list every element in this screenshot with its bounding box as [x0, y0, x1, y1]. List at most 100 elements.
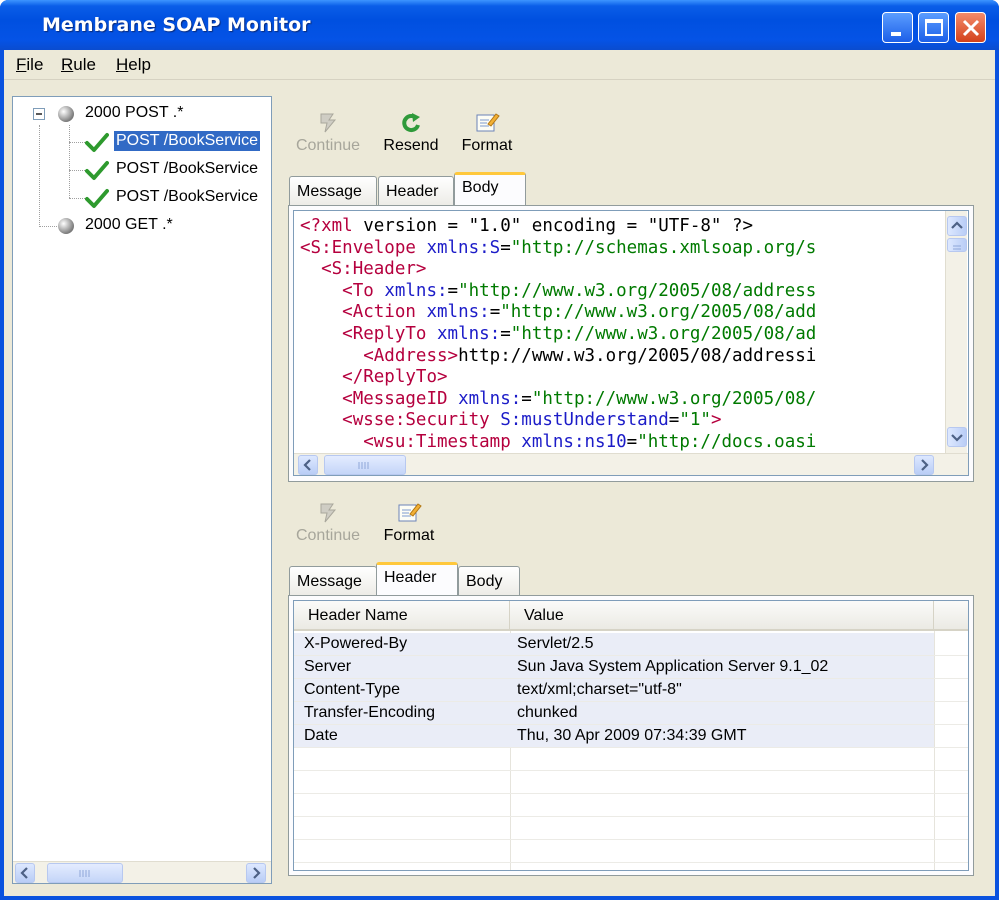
scroll-up-button[interactable] — [947, 216, 967, 236]
table-row — [294, 771, 934, 794]
row-divider — [294, 862, 968, 863]
code-line: <Action xmlns:="http://www.w3.org/2005/0… — [342, 302, 817, 323]
chevron-down-icon — [951, 434, 963, 442]
scroll-left-button[interactable] — [15, 863, 35, 883]
title-bar[interactable]: Membrane SOAP Monitor — [0, 0, 999, 50]
editor-horizontal-scrollbar[interactable] — [294, 453, 968, 475]
tree-node-exchange[interactable]: POST /BookService — [71, 157, 271, 183]
tab-label: Body — [462, 179, 499, 196]
minimize-button[interactable] — [882, 12, 913, 43]
tree-node-label: 2000 GET .* — [85, 216, 173, 233]
table-row — [294, 748, 934, 771]
tree-node-exchange[interactable]: POST /BookService — [71, 185, 271, 211]
scroll-right-button[interactable] — [246, 863, 266, 883]
code-line: <wsu:Timestamp xmlns:ns10="http://docs.o… — [363, 432, 817, 452]
request-body-editor[interactable]: <?xml version = "1.0" encoding = "UTF-8"… — [293, 210, 969, 476]
close-icon — [962, 19, 980, 37]
request-resend-button[interactable]: Resend — [378, 110, 444, 155]
continue-icon — [320, 113, 337, 133]
code-line: <Address>http://www.w3.org/2005/08/addre… — [363, 345, 817, 366]
response-format-button[interactable]: Format — [378, 500, 440, 545]
code-line: </ReplyTo> — [342, 367, 448, 388]
response-tab-message[interactable]: Message — [289, 566, 377, 596]
code-line: <To xmlns:="http://www.w3.org/2005/08/ad… — [342, 280, 817, 301]
format-label: Format — [383, 527, 435, 544]
rule-sphere-icon — [58, 106, 74, 122]
scroll-right-button[interactable] — [914, 455, 934, 475]
format-icon — [398, 503, 422, 522]
tree-node-rule-post[interactable]: 2000 POST .* — [27, 101, 267, 127]
table-row[interactable]: Date Thu, 30 Apr 2009 07:34:39 GMT — [294, 725, 934, 748]
response-tab-panel: Header Name Value X-Powered-By Servlet/2.… — [288, 595, 974, 876]
resend-icon — [402, 113, 420, 133]
header-value-cell: text/xml;charset="utf-8" — [517, 681, 682, 698]
request-format-button[interactable]: Format — [456, 110, 518, 155]
code-line: <ReplyTo xmlns:="http://www.w3.org/2005/… — [342, 324, 817, 344]
grip-icon — [358, 462, 369, 469]
request-tab-header[interactable]: Header — [378, 176, 454, 206]
request-tab-body[interactable]: Body — [454, 172, 526, 206]
code-line: <S:Envelope xmlns:S="http://schemas.xmls… — [300, 237, 817, 258]
window-title: Membrane SOAP Monitor — [42, 14, 311, 36]
header-name-cell: Transfer-Encoding — [304, 704, 436, 721]
response-continue-button[interactable]: Continue — [292, 500, 364, 545]
table-row — [294, 794, 934, 817]
column-header-name[interactable]: Header Name — [294, 601, 510, 631]
rule-sphere-icon — [58, 218, 74, 234]
check-icon — [85, 161, 109, 180]
header-name-cell: Server — [304, 658, 352, 675]
response-tab-header[interactable]: Header — [376, 562, 458, 596]
close-button[interactable] — [955, 12, 986, 43]
table-header: Header Name Value — [294, 601, 968, 631]
table-row[interactable]: Transfer-Encoding chunked — [294, 702, 934, 725]
scroll-left-button[interactable] — [298, 455, 318, 475]
collapse-icon[interactable] — [33, 108, 45, 120]
table-row[interactable]: Server Sun Java System Application Server… — [294, 656, 934, 679]
table-row — [294, 817, 934, 840]
scroll-thumb[interactable] — [947, 238, 967, 252]
tree-horizontal-scrollbar[interactable] — [13, 861, 271, 883]
tree-node-label: POST /BookService — [113, 130, 261, 152]
format-icon — [476, 113, 500, 132]
check-icon — [85, 133, 109, 152]
tab-label: Message — [297, 183, 362, 200]
code-line: <MessageID xmlns:="http://www.w3.org/200… — [342, 388, 817, 409]
editor-vertical-scrollbar[interactable] — [945, 211, 967, 453]
header-name-cell: X-Powered-By — [304, 635, 408, 652]
menu-rule[interactable]: Rule — [61, 55, 96, 75]
table-row[interactable]: X-Powered-By Servlet/2.5 — [294, 633, 934, 656]
minimize-icon — [891, 32, 901, 36]
tree-node-rule-get[interactable]: 2000 GET .* — [27, 213, 267, 239]
chevron-right-icon — [253, 867, 261, 879]
rules-tree[interactable]: 2000 POST .* POST /BookService POST /Boo… — [12, 96, 272, 884]
response-tab-body[interactable]: Body — [458, 566, 520, 596]
scroll-thumb[interactable] — [324, 455, 406, 475]
tree-connector — [39, 125, 40, 227]
header-name-cell: Content-Type — [304, 681, 401, 698]
response-header-table[interactable]: Header Name Value X-Powered-By Servlet/2.… — [293, 600, 969, 871]
chevron-right-icon — [921, 459, 929, 471]
menu-file[interactable]: File — [16, 55, 43, 75]
maximize-button[interactable] — [918, 12, 949, 43]
resend-label: Resend — [383, 137, 439, 154]
scroll-thumb[interactable] — [47, 863, 123, 883]
chevron-left-icon — [303, 459, 311, 471]
scroll-down-button[interactable] — [947, 427, 967, 447]
code-line: <wsse:Security S:mustUnderstand="1"> — [342, 410, 722, 431]
maximize-icon — [925, 19, 943, 36]
tree-node-exchange[interactable]: POST /BookService — [71, 129, 271, 155]
column-header-value[interactable]: Value — [510, 601, 934, 631]
request-tab-message[interactable]: Message — [289, 176, 377, 206]
format-label: Format — [461, 137, 513, 154]
client-area: File Rule Help 2000 POST .* POST /BookSe… — [4, 50, 995, 896]
check-icon — [85, 189, 109, 208]
continue-label: Continue — [295, 137, 361, 154]
tree-connector — [69, 125, 70, 198]
table-row[interactable]: Content-Type text/xml;charset="utf-8" — [294, 679, 934, 702]
tab-label: Header — [384, 569, 437, 586]
tab-label: Body — [466, 573, 503, 590]
grip-icon — [79, 870, 90, 877]
menu-help[interactable]: Help — [116, 55, 151, 75]
request-continue-button[interactable]: Continue — [292, 110, 364, 155]
header-value-cell: Sun Java System Application Server 9.1_0… — [517, 658, 829, 675]
